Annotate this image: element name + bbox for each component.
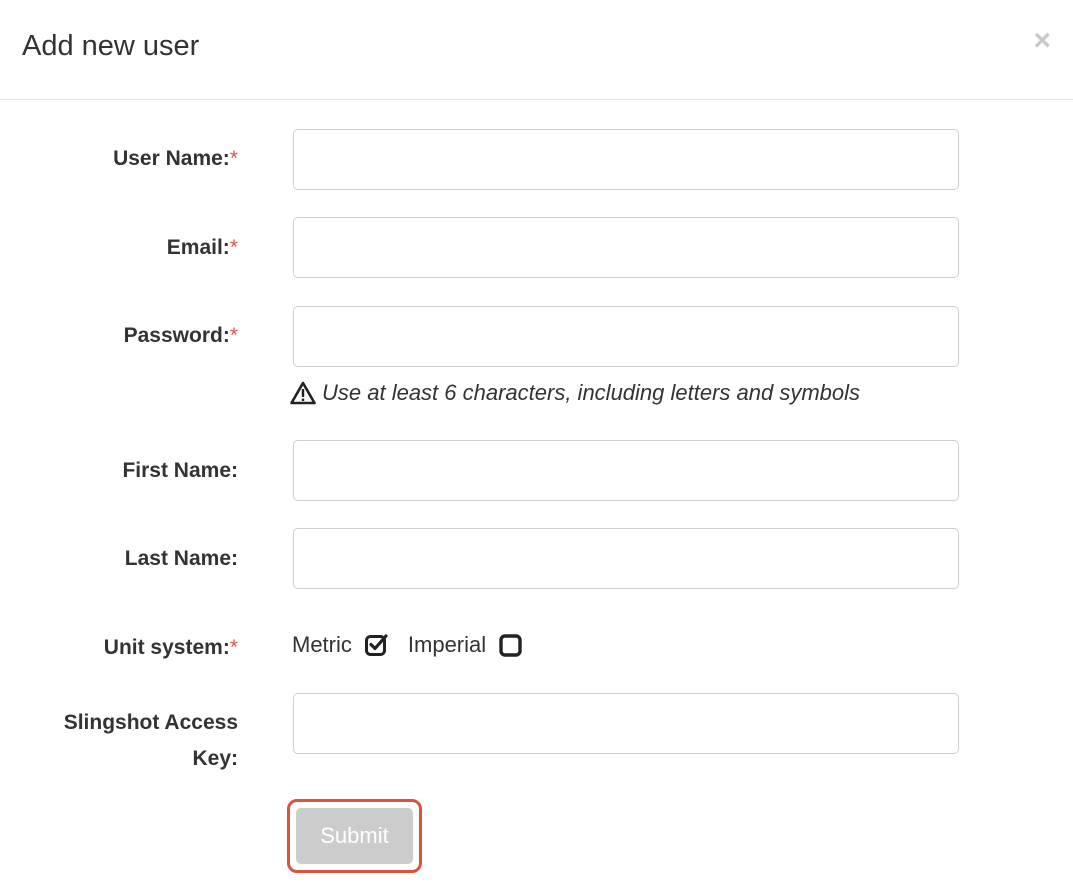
slingshot-key-label: Slingshot Access Key: — [64, 705, 238, 777]
metric-option-label: Metric — [292, 632, 352, 657]
required-marker: * — [229, 147, 238, 170]
email-label: Email:* — [167, 236, 238, 260]
checkbox-unchecked-icon[interactable] — [498, 632, 524, 658]
slingshot-key-label-line2: Key: — [192, 747, 238, 770]
unit-system-label: Unit system:* — [104, 636, 238, 660]
password-hint: Use at least 6 characters, including let… — [290, 380, 860, 406]
slingshot-key-label-line1: Slingshot Access — [63, 711, 238, 734]
first-name-label: First Name: — [122, 459, 238, 483]
modal-header: Add new user × — [0, 0, 1073, 100]
username-input[interactable] — [293, 129, 959, 190]
imperial-option-label: Imperial — [407, 632, 487, 657]
username-label: User Name:* — [113, 147, 238, 171]
username-label-text: User Name: — [113, 147, 230, 170]
password-hint-text: Use at least 6 characters, including let… — [322, 380, 861, 405]
submit-button[interactable]: Submit — [296, 808, 413, 864]
email-input[interactable] — [293, 217, 959, 278]
password-label-text: Password: — [123, 324, 230, 347]
slingshot-key-input[interactable] — [293, 693, 959, 754]
password-label: Password:* — [124, 324, 238, 348]
last-name-label: Last Name: — [125, 547, 238, 571]
checkbox-checked-icon[interactable] — [364, 632, 390, 658]
required-marker: * — [229, 236, 238, 259]
last-name-input[interactable] — [293, 528, 959, 589]
password-input[interactable] — [293, 306, 959, 367]
unit-system-label-text: Unit system: — [103, 636, 230, 659]
first-name-input[interactable] — [293, 440, 959, 501]
close-button[interactable]: × — [1033, 26, 1051, 56]
last-name-label-text: Last Name: — [124, 547, 238, 570]
unit-system-options: Metric Imperial — [292, 632, 542, 658]
modal-title: Add new user — [22, 30, 200, 62]
required-marker: * — [229, 324, 238, 347]
email-label-text: Email: — [166, 236, 230, 259]
warning-triangle-icon — [290, 381, 316, 405]
submit-highlight: Submit — [287, 799, 422, 873]
add-user-modal: Add new user × User Name:* Email:* Passw… — [0, 0, 1073, 893]
required-marker: * — [229, 636, 238, 659]
first-name-label-text: First Name: — [122, 459, 238, 482]
